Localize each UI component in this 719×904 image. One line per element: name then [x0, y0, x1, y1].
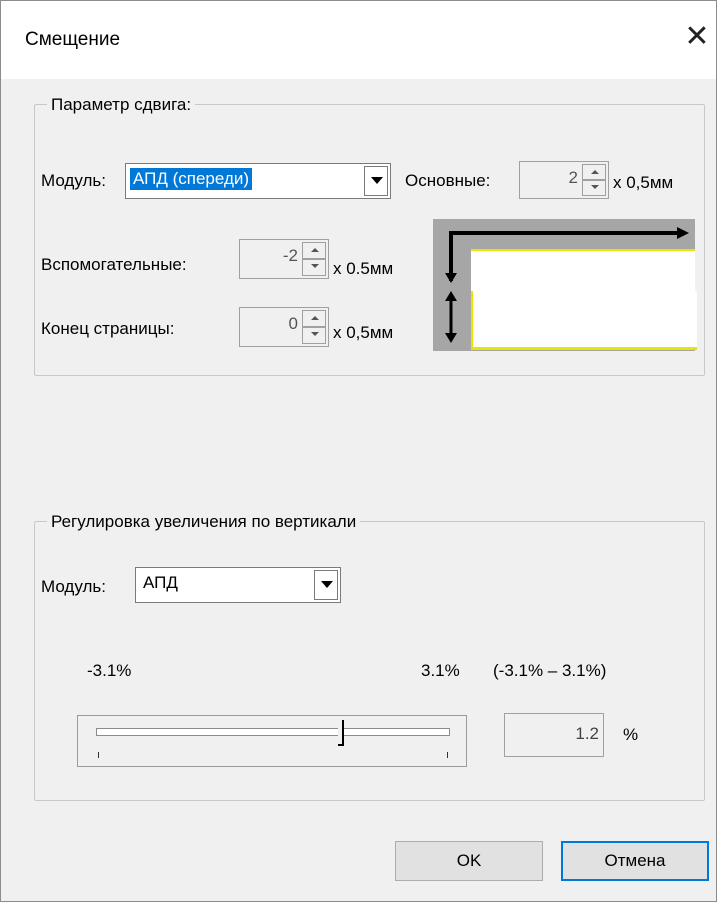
shift-dialog: Смещение ✕ Параметр сдвига: Модуль: АПД … [0, 0, 717, 902]
main-label: Основные: [405, 171, 491, 190]
slider-max-label: 3.1% [421, 661, 460, 680]
spin-down-icon[interactable] [302, 259, 326, 276]
aux-value: -2 [282, 246, 298, 265]
main-value: 2 [568, 168, 578, 187]
percent-unit: % [623, 725, 639, 744]
zoom-module-value: АПД [143, 573, 178, 592]
main-spinbox[interactable]: 2 [519, 161, 609, 199]
spin-down-icon[interactable] [582, 180, 606, 196]
module-label: Модуль: [41, 171, 106, 190]
aux-spinbox[interactable]: -2 [239, 239, 329, 279]
end-label: Конец страницы: [41, 319, 175, 338]
spin-up-icon[interactable] [582, 164, 606, 180]
dialog-title: Смещение [25, 29, 121, 50]
spin-up-icon[interactable] [302, 242, 326, 259]
zoom-module-select[interactable]: АПД [135, 567, 341, 603]
shift-arrows-icon [445, 227, 689, 343]
module-select-value: АПД (спереди) [130, 168, 253, 190]
spin-down-icon[interactable] [302, 327, 326, 344]
end-value: 0 [288, 314, 298, 333]
slider-thumb[interactable] [337, 720, 344, 746]
slider-tick-max [447, 752, 448, 758]
slider-min-label: -3.1% [87, 661, 132, 680]
zoom-value: 1.2 [575, 724, 599, 743]
aux-label: Вспомогательные: [41, 255, 187, 274]
module-select[interactable]: АПД (спереди) [125, 163, 391, 199]
end-spinbox[interactable]: 0 [239, 307, 329, 347]
chevron-down-icon[interactable] [364, 166, 388, 196]
zoom-value-field[interactable]: 1.2 [504, 713, 604, 757]
vertical-zoom-legend: Регулировка увеличения по вертикали [47, 512, 361, 532]
zoom-slider[interactable] [77, 715, 467, 767]
spin-up-icon[interactable] [302, 310, 326, 327]
close-icon[interactable]: ✕ [679, 19, 715, 55]
zoom-module-label: Модуль: [41, 577, 106, 596]
shift-parameters-legend: Параметр сдвига: [47, 95, 196, 115]
slider-track [96, 728, 450, 736]
slider-range-label: (-3.1% – 3.1%) [493, 661, 607, 680]
chevron-down-icon[interactable] [314, 570, 338, 600]
main-unit: x 0,5мм [613, 173, 674, 192]
end-unit: x 0,5мм [333, 323, 394, 342]
shift-preview-diagram [433, 219, 697, 351]
cancel-button[interactable]: Отмена [561, 841, 709, 881]
aux-unit: x 0.5мм [333, 259, 394, 278]
ok-button[interactable]: OK [395, 841, 543, 881]
title-bar: Смещение ✕ [1, 1, 716, 79]
slider-tick-min [98, 752, 99, 758]
